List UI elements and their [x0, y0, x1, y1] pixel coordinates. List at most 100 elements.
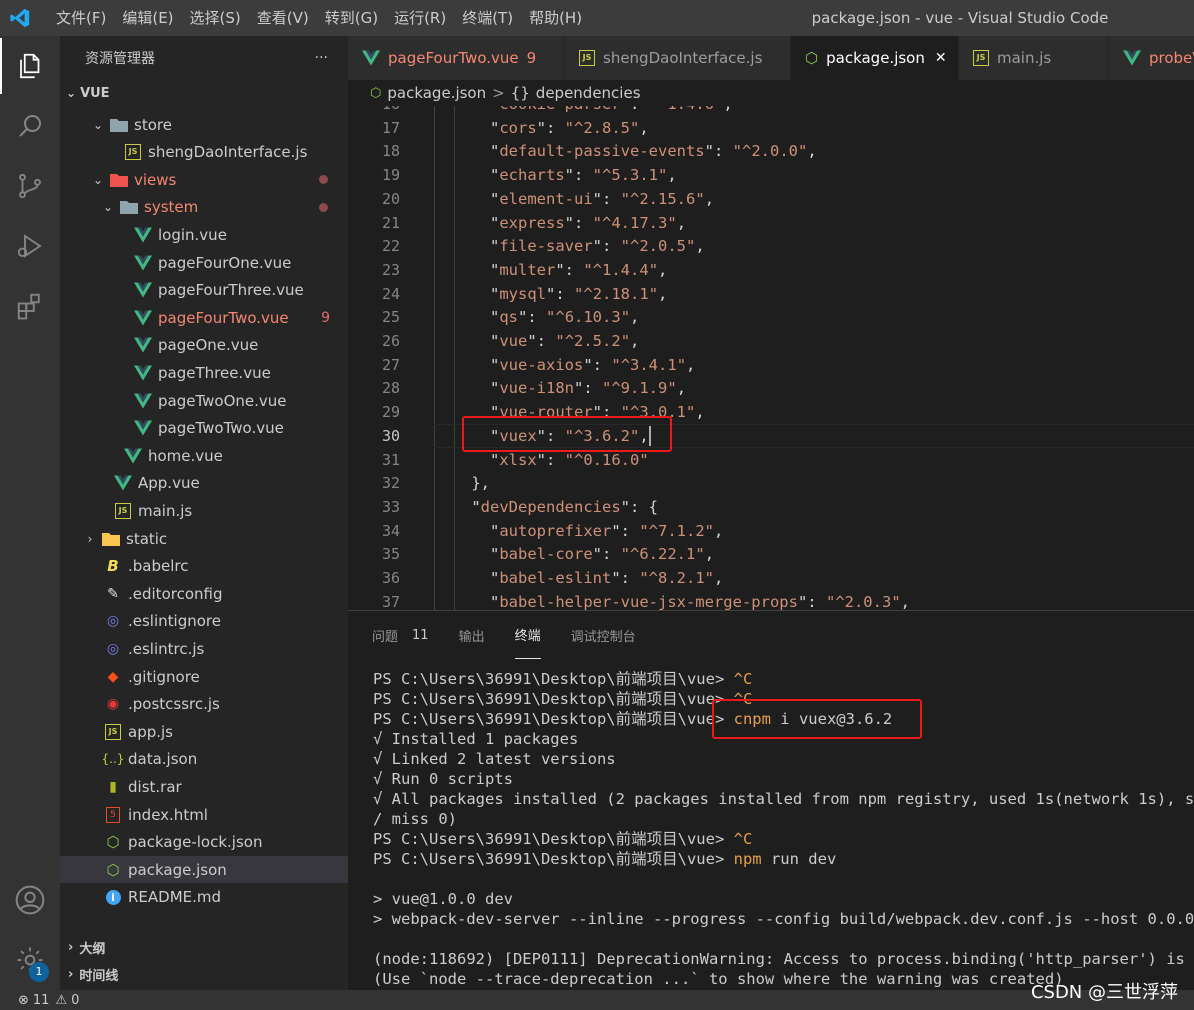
views-folder-icon [110, 171, 128, 189]
editor-tab[interactable]: JS main.js [959, 36, 1109, 80]
tree-item[interactable]: ◎ .eslintignore [60, 608, 348, 635]
vue-file-icon [134, 281, 152, 299]
problem-count-badge: 11 [412, 627, 429, 643]
breadcrumb-file[interactable]: package.json [387, 84, 486, 102]
tree-item-label: home.vue [148, 446, 223, 465]
tree-item[interactable]: pageThree.vue [60, 359, 348, 386]
tree-item[interactable]: ▮ dist.rar [60, 773, 348, 800]
tree-item-label: package.json [128, 860, 227, 879]
terminal-line: √ All packages installed (2 packages ins… [373, 789, 1194, 809]
tree-item[interactable]: ⌄ views [60, 166, 348, 193]
tree-item[interactable]: pageFourTwo.vue 9 [60, 304, 348, 331]
html-file-icon: 5 [104, 806, 122, 824]
editor-tab[interactable]: JS shengDaoInterface.js [565, 36, 791, 80]
tree-item[interactable]: {..} data.json [60, 746, 348, 773]
breadcrumb: ⬡ package.json > {} dependencies [348, 80, 1194, 106]
tree-item[interactable]: ◉ .postcssrc.js [60, 691, 348, 718]
settings-gear-icon[interactable] [0, 932, 60, 988]
code-line: "qs": "^6.10.3", [490, 308, 640, 327]
eslint-icon: ◎ [106, 640, 120, 657]
account-icon[interactable] [0, 872, 60, 928]
tree-item[interactable]: JS app.js [60, 718, 348, 745]
tree-item-label: pageFourOne.vue [158, 253, 292, 272]
terminal-text: (node:118692) [DEP0111] DeprecationWarni… [373, 950, 1194, 968]
js-file-icon: JS [579, 50, 595, 66]
tree-item[interactable]: › static [60, 525, 348, 552]
outline-section[interactable]: › 大纲 [60, 934, 348, 961]
search-icon[interactable] [0, 98, 60, 154]
terminal-line: √ Installed 1 packages [373, 729, 578, 749]
tree-item[interactable]: JS main.js [60, 497, 348, 524]
panel-tab[interactable]: 终端 [514, 611, 541, 659]
panel-tab[interactable]: 调试控制台 [571, 611, 636, 659]
tree-item[interactable]: pageTwoTwo.vue [60, 415, 348, 442]
panel-tabs: 问题 11 输出 终端 调试控制台 [348, 611, 1194, 659]
tree-item[interactable]: ⌄ system [60, 194, 348, 221]
json-key: file-saver [499, 237, 593, 256]
tree-item[interactable]: ◆ .gitignore [60, 663, 348, 690]
tree-item[interactable]: pageFourOne.vue [60, 249, 348, 276]
postcss-icon: ◉ [106, 696, 120, 713]
menu-item[interactable]: 选择(S) [182, 0, 249, 36]
tree-item[interactable]: JS shengDaoInterface.js [60, 139, 348, 166]
editor-tab[interactable]: pageFourTwo.vue 9 [348, 36, 565, 80]
tree-item-label: index.html [128, 805, 208, 824]
tree-item[interactable]: ⬡ package-lock.json [60, 829, 348, 856]
tree-item[interactable]: ✎ .editorconfig [60, 580, 348, 607]
folder-icon [110, 116, 128, 134]
code-area[interactable]: 16 "cookie-parser": "^1.4.6", 17 "cors": … [348, 106, 1194, 610]
json-key: vue [499, 332, 528, 350]
tree-item[interactable]: ⬡ package.json [60, 856, 348, 884]
menu-item[interactable]: 文件(F) [48, 0, 114, 36]
more-actions-button[interactable]: ··· [315, 50, 328, 66]
timeline-section[interactable]: › 时间线 [60, 961, 348, 988]
error-count[interactable]: 11 [33, 993, 50, 1008]
json-value: ^2.18.1 [583, 284, 649, 303]
terminal-text: > webpack-dev-server --inline --progress… [373, 910, 1194, 928]
line-number: 22 [381, 237, 400, 256]
tree-item[interactable]: pageFourThree.vue [60, 277, 348, 304]
workspace-section-header[interactable]: ⌄ VUE [60, 80, 348, 106]
terminal-line: / miss 0) [373, 809, 457, 829]
menu-item[interactable]: 编辑(E) [114, 0, 181, 36]
json-value: ^2.5.2 [564, 332, 621, 350]
explorer-icon[interactable] [0, 38, 60, 94]
tree-item[interactable]: login.vue [60, 221, 348, 248]
editor-tab[interactable]: probeV [1109, 36, 1194, 80]
menu-item[interactable]: 帮助(H) [521, 0, 590, 36]
json-key: cookie-parser [499, 106, 620, 113]
tree-item[interactable]: pageOne.vue [60, 332, 348, 359]
menu-item[interactable]: 查看(V) [249, 0, 317, 36]
tree-item[interactable]: pageTwoOne.vue [60, 387, 348, 414]
timeline-label: 时间线 [79, 969, 119, 984]
braces-icon: {} [510, 84, 530, 102]
terminal-command: ^C [733, 670, 753, 688]
menu-item[interactable]: 运行(R) [386, 0, 454, 36]
tree-item[interactable]: ⌄ store [60, 111, 348, 138]
tree-item[interactable]: App.vue [60, 470, 348, 497]
tree-item[interactable]: 5 index.html [60, 801, 348, 828]
extensions-icon[interactable] [0, 278, 60, 334]
breadcrumb-symbol[interactable]: dependencies [536, 84, 641, 102]
explorer-header: 资源管理器 ··· [60, 36, 348, 80]
json-key: babel-core [499, 545, 593, 564]
line-number: 23 [381, 260, 400, 279]
run-debug-icon[interactable] [0, 218, 60, 274]
tree-item[interactable]: home.vue [60, 442, 348, 469]
json-key: cors [499, 118, 537, 137]
tree-item-label: views [134, 170, 177, 189]
tree-item-label: static [126, 529, 168, 548]
warning-count[interactable]: 0 [71, 993, 79, 1008]
tree-item[interactable]: ◎ .eslintrc.js [60, 635, 348, 662]
terminal-line: PS C:\Users\36991\Desktop\前端项目\vue> ^C [373, 689, 752, 709]
tree-item[interactable]: B .babelrc [60, 553, 348, 580]
menu-item[interactable]: 转到(G) [317, 0, 386, 36]
editor-tab[interactable]: ⬡ package.json ✕ [791, 36, 959, 80]
panel-tab[interactable]: 问题 11 [372, 611, 429, 659]
js-file-icon: JS [104, 723, 122, 741]
panel-tab[interactable]: 输出 [459, 611, 485, 659]
menu-item[interactable]: 终端(T) [454, 0, 521, 36]
close-icon[interactable]: ✕ [935, 50, 947, 66]
tree-item[interactable]: i README.md [60, 884, 348, 911]
source-control-icon[interactable] [0, 158, 60, 214]
